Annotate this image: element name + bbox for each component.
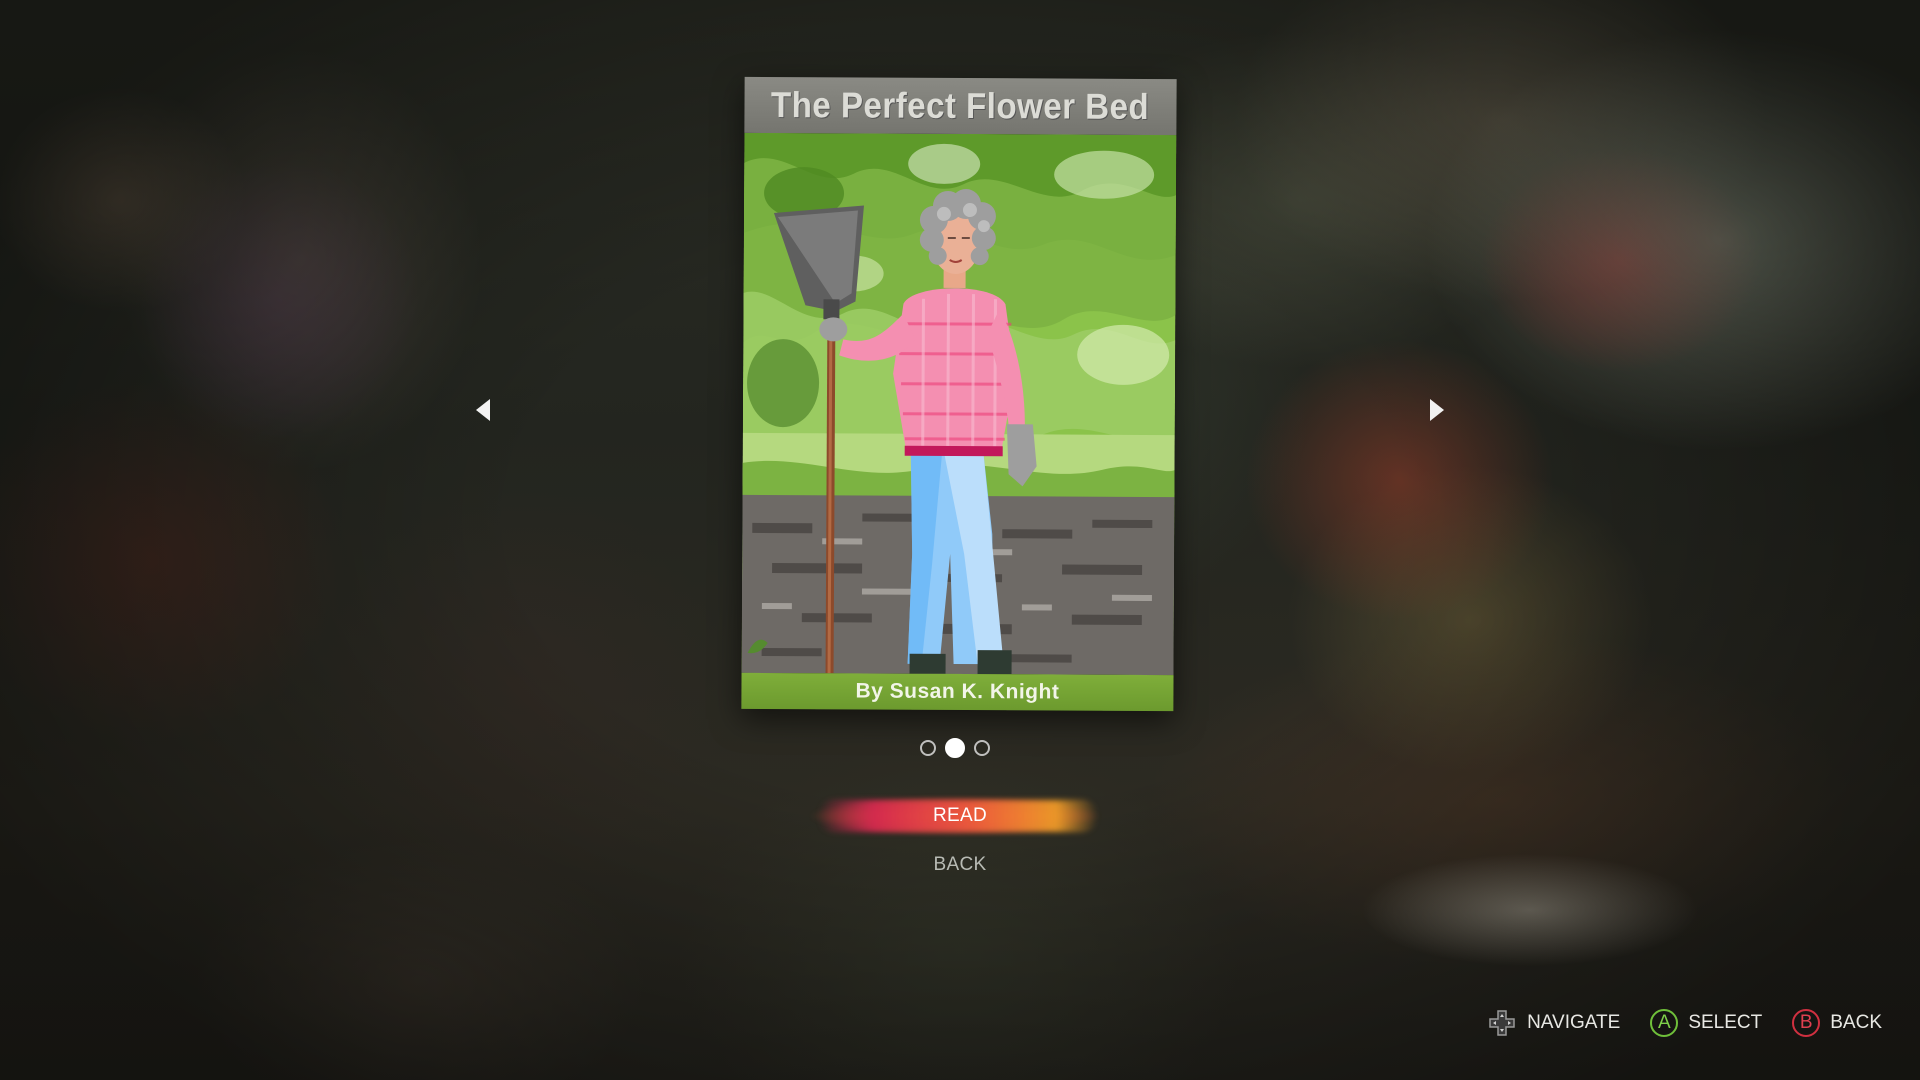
controller-hints: NAVIGATE A SELECT B BACK: [1487, 1008, 1882, 1038]
book-cover: The Perfect Flower Bed By Susan K. Knigh…: [741, 76, 1177, 712]
page-dot-2-current[interactable]: [945, 738, 965, 758]
book-viewer-screen: The Perfect Flower Bed By Susan K. Knigh…: [0, 0, 1920, 1080]
dpad-icon: [1489, 1010, 1515, 1036]
gardener-illustration: [741, 132, 1177, 676]
page-indicator: [920, 738, 990, 758]
back-hint-label: BACK: [1830, 1012, 1882, 1033]
select-hint: A SELECT: [1650, 1009, 1762, 1037]
next-page-button[interactable]: [1424, 396, 1448, 424]
navigate-hint: NAVIGATE: [1487, 1008, 1620, 1038]
book-title: The Perfect Flower Bed: [771, 84, 1150, 127]
book-author: By Susan K. Knight: [855, 679, 1060, 704]
book-cover-illustration: [741, 132, 1177, 676]
triangle-right-icon: [1430, 399, 1444, 421]
triangle-left-icon: [476, 399, 490, 421]
select-hint-label: SELECT: [1688, 1012, 1763, 1033]
previous-page-button[interactable]: [472, 396, 496, 424]
book-title-band: The Perfect Flower Bed: [744, 76, 1177, 136]
back-hint: B BACK: [1792, 1009, 1882, 1037]
book-author-band: By Susan K. Knight: [741, 672, 1174, 712]
page-dot-3[interactable]: [974, 740, 990, 756]
a-button-icon: A: [1650, 1009, 1679, 1037]
page-dot-1[interactable]: [920, 740, 936, 756]
b-button-icon: B: [1792, 1009, 1821, 1037]
navigate-hint-label: NAVIGATE: [1527, 1012, 1621, 1033]
read-button[interactable]: READ: [860, 805, 1060, 827]
back-button[interactable]: BACK: [860, 854, 1060, 876]
